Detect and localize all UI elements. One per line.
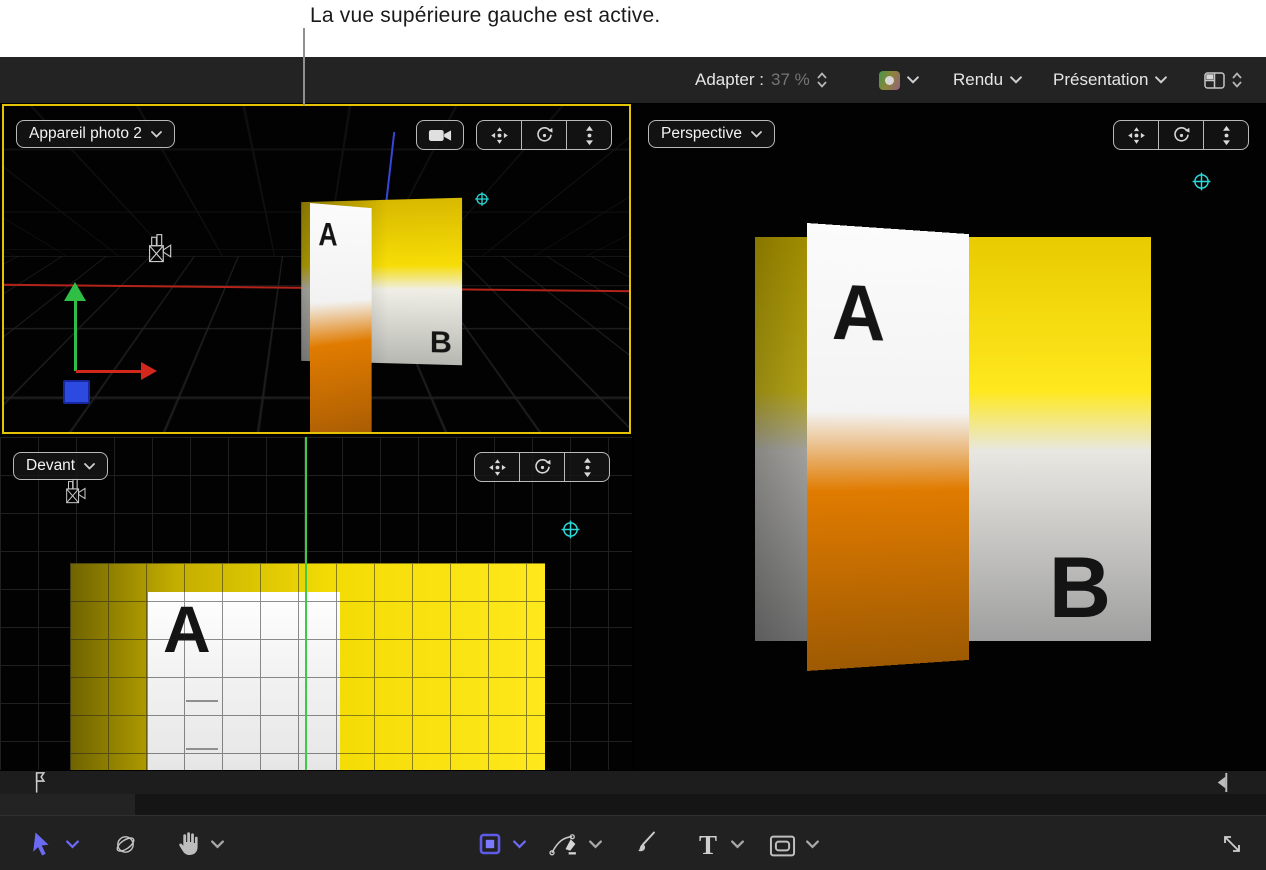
text-tool-glyph: T: [699, 830, 717, 861]
orbit-3d-tool-icon[interactable]: [114, 833, 137, 856]
anchor-crosshair-icon[interactable]: [560, 519, 581, 540]
dolly-view-button[interactable]: [566, 121, 611, 149]
pan-icon: [487, 457, 508, 478]
pan-view-button[interactable]: [477, 121, 521, 149]
chevron-down-icon: [84, 463, 95, 470]
zoom-level-control[interactable]: Adapter : 37 %: [695, 57, 827, 103]
zoom-value: 37 %: [771, 70, 810, 90]
view-selector-label: Appareil photo 2: [29, 125, 142, 143]
canvas-toolbar: Adapter : 37 % Rendu Présentation: [0, 57, 1266, 103]
plane-b-label: B: [430, 328, 452, 359]
plane-b-label: B: [1049, 545, 1111, 631]
viewport-perspective[interactable]: B A Perspective: [635, 103, 1266, 770]
plane-a-label: A: [832, 272, 886, 353]
callout-text: La vue supérieure gauche est active.: [310, 4, 660, 28]
play-range-end-marker[interactable]: [1214, 772, 1230, 793]
zoom-label: Adapter :: [695, 70, 764, 90]
dolly-icon: [582, 125, 597, 146]
pan-icon: [1126, 125, 1147, 146]
view-controls-perspective: [1113, 120, 1249, 150]
timeline-scroll-track[interactable]: [0, 794, 1266, 815]
edge-segment: [186, 700, 218, 702]
video-camera-icon: [428, 128, 452, 143]
pan-icon: [489, 125, 510, 146]
plane-a[interactable]: A: [807, 223, 969, 671]
plane-a[interactable]: A: [310, 203, 372, 434]
anchor-crosshair-icon[interactable]: [474, 191, 490, 207]
text-tool-menu-chevron-icon[interactable]: [731, 840, 744, 849]
chevron-down-icon: [1010, 76, 1022, 84]
layout-control[interactable]: [1204, 57, 1242, 103]
dolly-icon: [1219, 125, 1234, 146]
motion-canvas-window: La vue supérieure gauche est active. Ada…: [0, 0, 1266, 870]
color-swatch-icon: [879, 71, 900, 90]
viewport-camera2-active[interactable]: B A Appareil photo 2: [2, 104, 631, 434]
origin-cube-icon[interactable]: [63, 380, 90, 404]
callout-pointer-line: [303, 28, 305, 105]
edge-segment: [186, 748, 218, 750]
view-selector-perspective[interactable]: Perspective: [648, 120, 775, 148]
brush-tool-icon[interactable]: [631, 830, 657, 857]
wireframe-camera-icon[interactable]: [142, 232, 174, 270]
orbit-view-button[interactable]: [519, 453, 564, 481]
orbit-icon: [533, 458, 552, 477]
x-axis-arrow-icon[interactable]: [141, 362, 157, 380]
orbit-icon: [1172, 126, 1191, 145]
expand-timeline-icon[interactable]: [1220, 832, 1244, 856]
window-layout-icon: [1204, 72, 1225, 89]
pan-view-button[interactable]: [475, 453, 519, 481]
presentation-menu[interactable]: Présentation: [1053, 57, 1167, 103]
view-controls-front: [474, 452, 610, 482]
timeline-scroll-thumb[interactable]: [0, 794, 135, 815]
rectangle-tool-menu-chevron-icon[interactable]: [513, 840, 526, 849]
anchor-crosshair-icon[interactable]: [1191, 171, 1212, 192]
dolly-view-button[interactable]: [1203, 121, 1248, 149]
stepper-icon: [1232, 72, 1242, 88]
chevron-down-icon: [907, 76, 919, 84]
chevron-down-icon: [1155, 76, 1167, 84]
camera-overlay-button[interactable]: [416, 120, 464, 150]
plane-a-label: A: [318, 218, 337, 251]
hand-tool-icon[interactable]: [175, 831, 199, 857]
rectangle-tool-icon[interactable]: [479, 833, 501, 855]
select-tool-icon[interactable]: [32, 831, 52, 857]
viewport-front[interactable]: A Devant: [0, 437, 632, 770]
tool-bar: T: [0, 815, 1266, 870]
view-selector-front[interactable]: Devant: [13, 452, 108, 480]
y-axis-line: [305, 437, 307, 770]
play-range-start-marker[interactable]: [33, 771, 47, 794]
text-tool-icon[interactable]: T: [697, 830, 719, 860]
render-label: Rendu: [953, 70, 1003, 90]
bezier-tool-menu-chevron-icon[interactable]: [589, 840, 602, 849]
select-tool-menu-chevron-icon[interactable]: [66, 840, 79, 849]
y-axis-handle: [74, 301, 77, 371]
dolly-icon: [580, 457, 595, 478]
hand-tool-menu-chevron-icon[interactable]: [211, 840, 224, 849]
view-selector-label: Devant: [26, 457, 75, 475]
mask-tool-menu-chevron-icon[interactable]: [806, 840, 819, 849]
chevron-down-icon: [751, 131, 762, 138]
dolly-view-button[interactable]: [564, 453, 609, 481]
view-selector-label: Perspective: [661, 125, 742, 143]
callout-bar: La vue supérieure gauche est active.: [0, 0, 1266, 57]
x-axis-handle: [76, 370, 142, 373]
pan-view-button[interactable]: [1114, 121, 1158, 149]
view-controls-camera2: [476, 120, 612, 150]
mask-tool-icon[interactable]: [769, 835, 796, 857]
orbit-icon: [535, 126, 554, 145]
channels-control[interactable]: [879, 57, 919, 103]
chevron-down-icon: [151, 131, 162, 138]
render-menu[interactable]: Rendu: [953, 57, 1022, 103]
wireframe-camera-icon[interactable]: [60, 477, 88, 510]
viewport-area: B A Appareil photo 2 B: [0, 103, 1266, 770]
y-axis-arrow-icon[interactable]: [64, 282, 86, 301]
grid-overlay: [70, 563, 545, 770]
stepper-icon[interactable]: [817, 72, 827, 88]
orbit-view-button[interactable]: [1158, 121, 1203, 149]
view-selector-camera2[interactable]: Appareil photo 2: [16, 120, 175, 148]
orbit-view-button[interactable]: [521, 121, 566, 149]
bezier-tool-icon[interactable]: [549, 831, 581, 858]
presentation-label: Présentation: [1053, 70, 1148, 90]
mini-timeline[interactable]: [0, 771, 1266, 794]
